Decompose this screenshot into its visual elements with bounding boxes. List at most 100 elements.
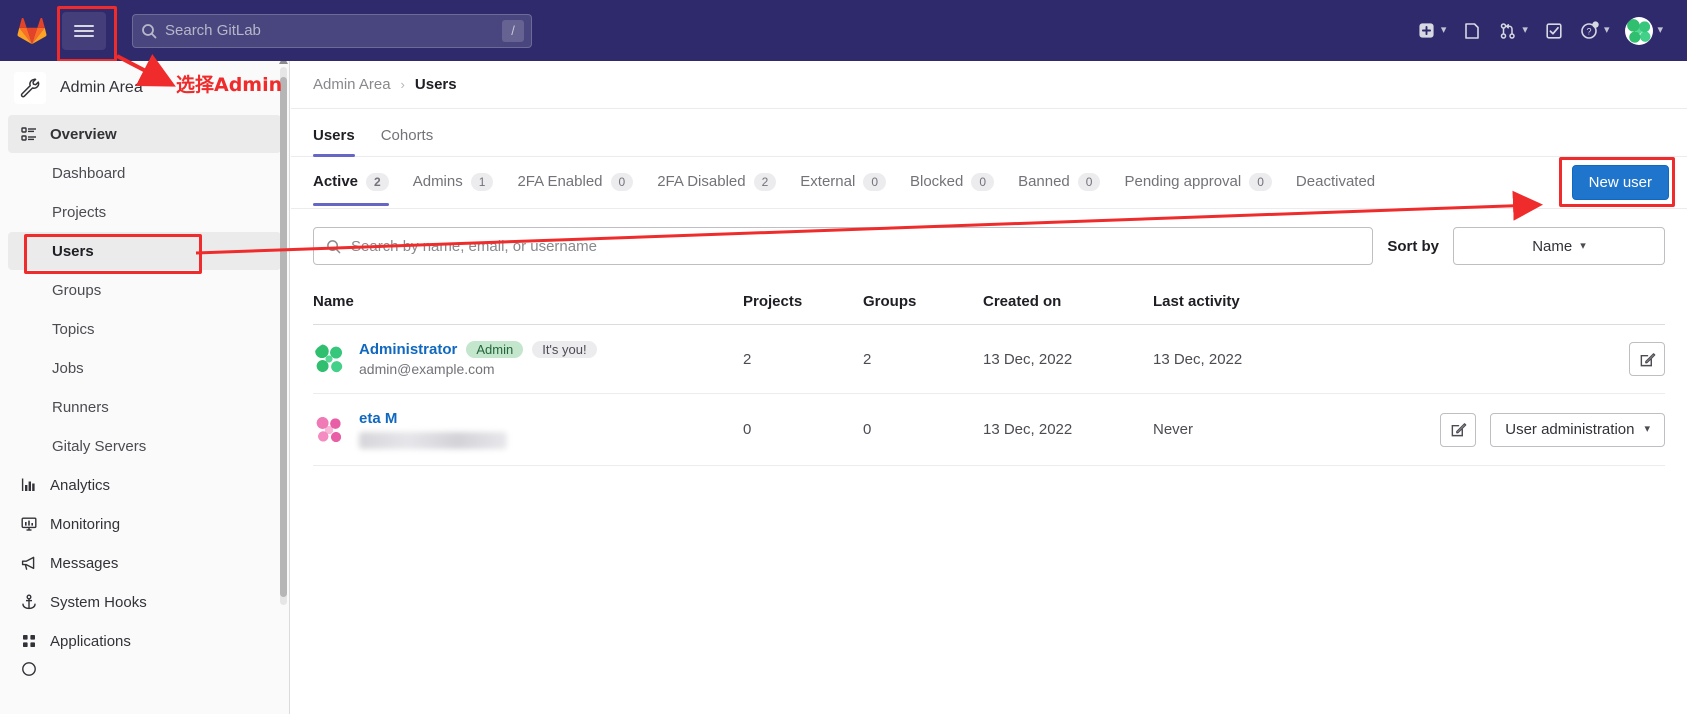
column-header-groups[interactable]: Groups (863, 283, 983, 325)
user-identity: Administrator Admin It's you! admin@exam… (359, 341, 597, 377)
create-new-menu[interactable]: ▾ (1411, 15, 1453, 47)
sidebar-item-applications[interactable]: Applications (8, 622, 281, 660)
filter-tab-blocked[interactable]: Blocked 0 (910, 172, 995, 205)
sidebar-item-monitoring[interactable]: Monitoring (8, 505, 281, 543)
column-header-last-activity[interactable]: Last activity (1153, 283, 1363, 325)
sidebar-item-dashboard[interactable]: Dashboard (8, 154, 281, 192)
sidebar-scroll-up-arrow[interactable] (278, 61, 289, 64)
user-email: admin@example.com (359, 361, 495, 377)
filter-tab-count: 2 (366, 172, 389, 191)
avatar[interactable] (313, 413, 345, 446)
user-name-link[interactable]: eta M (359, 410, 397, 427)
user-name-link[interactable]: Administrator (359, 341, 457, 358)
filter-tab-label: External (800, 173, 856, 190)
sort-by-dropdown[interactable]: Name ▾ (1453, 227, 1665, 265)
sidebar-item-label: Dashboard (52, 164, 126, 182)
sidebar-item-projects[interactable]: Projects (8, 193, 281, 231)
filter-tab-2fa-enabled[interactable]: 2FA Enabled 0 (517, 172, 634, 205)
avatar[interactable] (313, 343, 345, 375)
chevron-down-icon: ▾ (1522, 24, 1528, 36)
todos-menu[interactable] (1538, 15, 1570, 47)
search-icon (327, 239, 341, 253)
sidebar-item-partial[interactable] (8, 661, 281, 677)
filter-tab-count: 0 (1249, 172, 1272, 191)
cell-user-name: Administrator Admin It's you! admin@exam… (313, 324, 743, 394)
edit-user-button[interactable] (1629, 342, 1665, 376)
global-search-box[interactable]: Search GitLab / (132, 13, 532, 48)
sidebar-item-system-hooks[interactable]: System Hooks (8, 583, 281, 621)
sidebar-scrollbar-thumb[interactable] (280, 77, 287, 597)
topnav-right-group: ▾ ▾ ? ▾ ▾ (1411, 11, 1687, 51)
help-menu[interactable]: ? ▾ (1574, 15, 1616, 47)
column-header-created-on[interactable]: Created on (983, 283, 1153, 325)
cell-created-on: 13 Dec, 2022 (983, 324, 1153, 394)
user-administration-dropdown[interactable]: User administration ▾ (1490, 412, 1665, 447)
sort-by-label: Sort by (1387, 237, 1439, 255)
filter-tab-count: 2 (753, 172, 777, 191)
issues-menu[interactable] (1456, 15, 1488, 47)
user-menu[interactable]: ▾ (1619, 11, 1669, 51)
breadcrumb-parent[interactable]: Admin Area (313, 76, 391, 93)
sidebar-item-label: Analytics (50, 476, 111, 494)
sidebar-item-analytics[interactable]: Analytics (8, 466, 281, 504)
sidebar-scrollbar[interactable] (280, 67, 287, 605)
breadcrumb-separator: › (400, 77, 405, 92)
sidebar-item-label: Applications (50, 632, 131, 650)
filter-tab-active[interactable]: Active 2 (313, 172, 389, 206)
sidebar-item-overview[interactable]: Overview (8, 115, 281, 153)
user-search-input[interactable]: Search by name, email, or username (313, 227, 1374, 265)
filter-tab-label: Active (313, 173, 359, 190)
gitlab-logo-icon[interactable] (12, 11, 52, 51)
filter-tab-external[interactable]: External 0 (800, 172, 886, 205)
sidebar-item-runners[interactable]: Runners (8, 388, 281, 426)
column-header-projects[interactable]: Projects (743, 283, 863, 325)
sort-by-value: Name (1532, 237, 1573, 255)
filter-tab-label: Pending approval (1124, 173, 1242, 190)
cell-last-activity: 13 Dec, 2022 (1153, 324, 1363, 394)
filter-tab-banned[interactable]: Banned 0 (1018, 172, 1101, 205)
tab-users[interactable]: Users (313, 127, 355, 157)
filter-tab-label: Admins (412, 173, 463, 190)
sidebar-item-groups[interactable]: Groups (8, 271, 281, 309)
column-header-name[interactable]: Name (313, 283, 743, 325)
filter-tab-count: 1 (470, 172, 494, 191)
sidebar-item-label: Gitaly Servers (52, 437, 147, 455)
hamburger-menu-button[interactable] (57, 5, 117, 62)
filter-tab-label: Blocked (910, 173, 964, 190)
circle-icon (20, 661, 38, 677)
user-filter-tabs: Active 2 Admins 1 2FA Enabled 0 2FA Disa… (291, 157, 1687, 209)
sidebar-item-users[interactable]: Users (8, 232, 281, 274)
edit-icon (1451, 423, 1466, 437)
filter-tab-label: Deactivated (1295, 173, 1376, 190)
edit-user-button[interactable] (1440, 412, 1477, 447)
filter-tab-admins[interactable]: Admins 1 (412, 172, 494, 205)
user-identity: eta M (359, 410, 507, 449)
global-search-placeholder: Search GitLab (165, 22, 261, 39)
cell-actions: User administration ▾ (1363, 393, 1665, 466)
sidebar-item-topics[interactable]: Topics (8, 310, 281, 348)
question-circle-icon: ? (1580, 21, 1600, 41)
edit-icon (1640, 352, 1655, 366)
top-navigation-bar: Search GitLab / ▾ ▾ ? ▾ ▾ (0, 0, 1687, 62)
filter-tab-label: Banned (1018, 173, 1070, 190)
filter-tab-pending-approval[interactable]: Pending approval 0 (1124, 172, 1272, 205)
overview-icon (20, 125, 38, 143)
filter-tab-deactivated[interactable]: Deactivated (1296, 173, 1375, 204)
merge-requests-menu[interactable]: ▾ (1492, 15, 1534, 47)
sidebar-item-gitaly-servers[interactable]: Gitaly Servers (8, 427, 281, 465)
sidebar-item-label: Messages (50, 554, 119, 572)
sidebar-item-jobs[interactable]: Jobs (8, 349, 281, 387)
annotation-select-admin-text: 选择Admin (176, 74, 283, 96)
sidebar-item-label: Users (52, 242, 94, 260)
user-search-placeholder: Search by name, email, or username (351, 237, 597, 255)
page-tabs: Users Cohorts (291, 109, 1687, 157)
wrench-icon (14, 72, 46, 104)
tab-cohorts[interactable]: Cohorts (381, 127, 434, 156)
filter-tab-2fa-disabled[interactable]: 2FA Disabled 2 (657, 172, 777, 205)
issues-icon (1462, 21, 1482, 41)
breadcrumb: Admin Area › Users (291, 61, 1687, 109)
cell-projects: 2 (743, 324, 863, 394)
sidebar-item-messages[interactable]: Messages (8, 544, 281, 582)
new-user-button[interactable]: New user (1571, 165, 1669, 200)
megaphone-icon (20, 554, 38, 572)
